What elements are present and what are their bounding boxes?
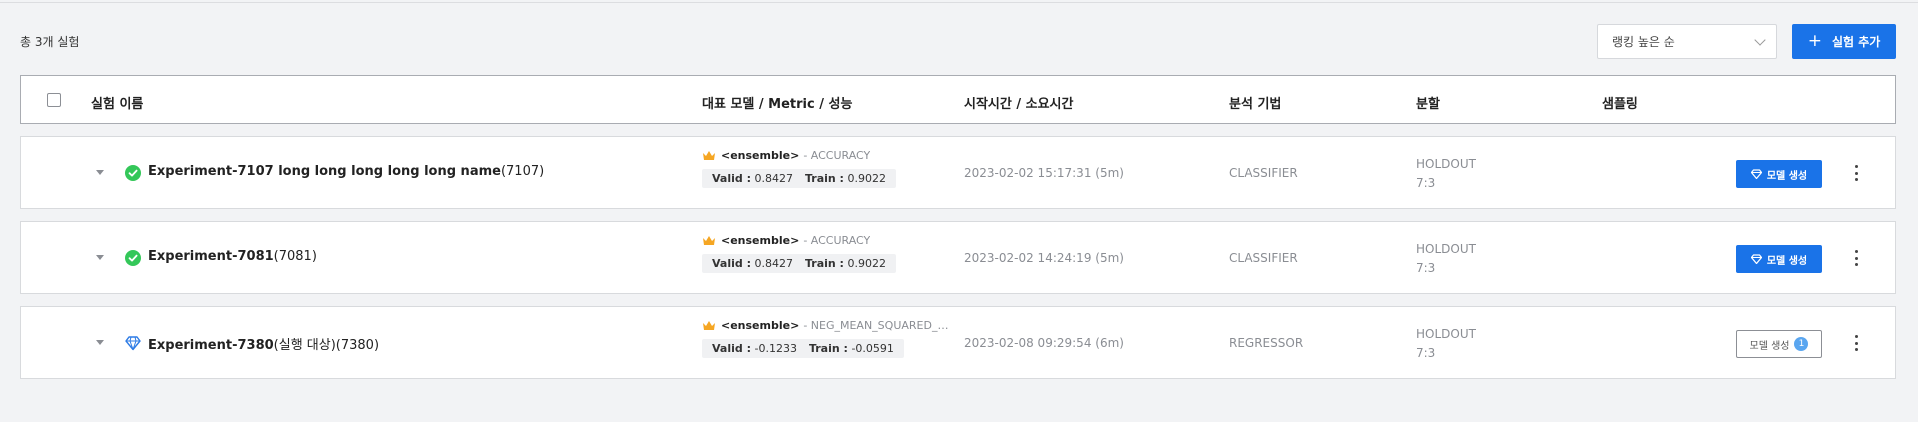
- score-box: Valid : 0.8427 Train : 0.9022: [702, 254, 896, 273]
- top-divider: [0, 2, 1918, 3]
- more-options-icon[interactable]: [1853, 333, 1859, 353]
- expand-caret-icon[interactable]: [96, 340, 104, 345]
- check-circle-icon: [125, 250, 141, 266]
- train-label: Train :: [804, 172, 844, 185]
- experiment-id: (7380): [335, 338, 380, 353]
- create-model-label: 모델 생성: [1749, 340, 1790, 352]
- experiment-title: Experiment-7081: [148, 249, 274, 264]
- more-options-icon[interactable]: [1853, 248, 1859, 268]
- column-analysis-method[interactable]: 분석 기법: [1229, 93, 1281, 112]
- score-box: Valid : 0.8427 Train : 0.9022: [702, 169, 896, 188]
- split-type: HOLDOUT: [1416, 242, 1476, 256]
- table-row[interactable]: Experiment-7107 long long long long long…: [20, 136, 1896, 209]
- analysis-method: CLASSIFIER: [1229, 166, 1298, 180]
- create-model-label: 모델 생성: [1766, 255, 1808, 267]
- select-all-checkbox[interactable]: [47, 93, 61, 107]
- valid-label: Valid :: [712, 257, 751, 270]
- check-circle-icon: [125, 165, 141, 181]
- train-score: 0.9022: [847, 172, 886, 185]
- column-split[interactable]: 분할: [1416, 93, 1440, 112]
- chevron-down-icon: [1754, 34, 1766, 46]
- sort-dropdown-value: 랭킹 높은 순: [1612, 35, 1675, 49]
- expand-caret-icon[interactable]: [96, 255, 104, 260]
- create-model-label: 모델 생성: [1766, 170, 1808, 182]
- analysis-method: REGRESSOR: [1229, 336, 1304, 350]
- count-badge: 1: [1794, 337, 1809, 351]
- score-box: Valid : -0.1233 Train : -0.0591: [702, 339, 904, 358]
- crown-icon: [703, 236, 715, 245]
- experiment-title: Experiment-7107 long long long long long…: [148, 164, 501, 179]
- create-model-button[interactable]: 모델 생성: [1736, 245, 1822, 273]
- experiment-id: (7107): [500, 164, 545, 179]
- create-model-button[interactable]: 모델 생성: [1736, 160, 1822, 188]
- split-ratio: 7:3: [1416, 176, 1436, 190]
- split-cell: HOLDOUT 7:3: [1416, 240, 1476, 278]
- column-experiment-name[interactable]: 실험 이름: [91, 93, 143, 112]
- column-start-time[interactable]: 시작시간 / 소요시간: [964, 93, 1073, 112]
- experiment-count: 총 3개 실험: [20, 35, 80, 49]
- table-header: 실험 이름 대표 모델 / Metric / 성능 시작시간 / 소요시간 분석…: [20, 75, 1896, 124]
- model-name: <ensemble>: [721, 149, 800, 162]
- train-score: -0.0591: [851, 342, 894, 355]
- more-options-icon[interactable]: [1853, 163, 1859, 183]
- add-experiment-button[interactable]: + 실험 추가: [1792, 24, 1896, 59]
- crown-icon: [703, 321, 715, 330]
- split-cell: HOLDOUT 7:3: [1416, 155, 1476, 193]
- metric-name: - NEG_MEAN_SQUARED_ERR...: [803, 319, 956, 332]
- split-ratio: 7:3: [1416, 346, 1436, 360]
- metric-name: - ACCURACY: [803, 149, 871, 162]
- valid-label: Valid :: [712, 342, 751, 355]
- split-type: HOLDOUT: [1416, 157, 1476, 171]
- valid-score: 0.8427: [754, 172, 793, 185]
- split-type: HOLDOUT: [1416, 327, 1476, 341]
- create-model-button[interactable]: 모델 생성 1: [1736, 330, 1822, 358]
- column-sampling[interactable]: 샘플링: [1602, 93, 1638, 112]
- train-score: 0.9022: [847, 257, 886, 270]
- train-label: Train :: [808, 342, 848, 355]
- experiment-suffix: (실행 대상): [273, 338, 336, 353]
- diamond-icon: [1750, 169, 1762, 179]
- start-time: 2023-02-08 09:29:54 (6m): [964, 336, 1124, 350]
- add-experiment-label: 실험 추가: [1831, 35, 1881, 49]
- experiment-name[interactable]: Experiment-7081(7081): [148, 249, 317, 264]
- model-name: <ensemble>: [721, 234, 800, 247]
- model-metric-cell: <ensemble> - ACCURACY Valid : 0.8427 Tra…: [702, 234, 896, 273]
- analysis-method: CLASSIFIER: [1229, 251, 1298, 265]
- split-ratio: 7:3: [1416, 261, 1436, 275]
- diamond-icon: [1750, 254, 1762, 264]
- expand-caret-icon[interactable]: [96, 170, 104, 175]
- split-cell: HOLDOUT 7:3: [1416, 325, 1476, 363]
- sort-dropdown[interactable]: 랭킹 높은 순: [1597, 24, 1777, 59]
- experiment-title: Experiment-7380: [148, 338, 274, 353]
- start-time: 2023-02-02 14:24:19 (5m): [964, 251, 1124, 265]
- table-row[interactable]: Experiment-7081(7081) <ensemble> - ACCUR…: [20, 221, 1896, 294]
- plus-icon: +: [1807, 31, 1822, 51]
- crown-icon: [703, 151, 715, 160]
- metric-name: - ACCURACY: [803, 234, 871, 247]
- valid-label: Valid :: [712, 172, 751, 185]
- model-metric-cell: <ensemble> - ACCURACY Valid : 0.8427 Tra…: [702, 149, 896, 188]
- experiment-id: (7081): [273, 249, 317, 264]
- valid-score: 0.8427: [754, 257, 793, 270]
- valid-score: -0.1233: [754, 342, 797, 355]
- model-metric-cell: <ensemble> - NEG_MEAN_SQUARED_ERR... Val…: [702, 319, 955, 358]
- diamond-icon: [125, 336, 141, 351]
- column-model-metric[interactable]: 대표 모델 / Metric / 성능: [702, 93, 852, 112]
- table-row[interactable]: Experiment-7380(실행 대상)(7380) <ensemble> …: [20, 306, 1896, 379]
- start-time: 2023-02-02 15:17:31 (5m): [964, 166, 1124, 180]
- experiment-name[interactable]: Experiment-7107 long long long long long…: [148, 164, 544, 179]
- experiment-name[interactable]: Experiment-7380(실행 대상)(7380): [148, 334, 379, 353]
- model-name: <ensemble>: [721, 319, 800, 332]
- train-label: Train :: [804, 257, 844, 270]
